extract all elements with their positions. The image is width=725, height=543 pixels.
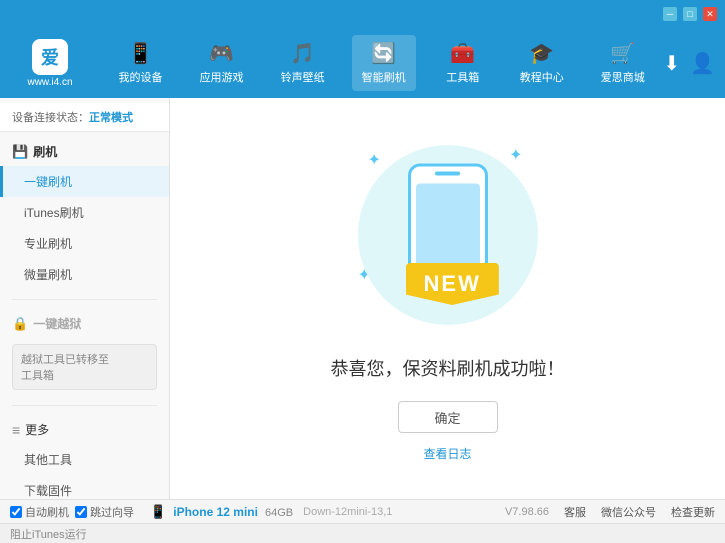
nav-label-toolbox: 工具箱: [446, 69, 479, 85]
bottom-bar-right: V7.98.66 客服 微信公众号 检查更新: [505, 504, 715, 520]
bottom-bar: 自动刷机 跳过向导 📱 iPhone 12 mini 64GB Down-12m…: [0, 499, 725, 523]
menu-icon: ≡: [12, 422, 20, 438]
confirm-button[interactable]: 确定: [398, 401, 498, 433]
sidebar-item-pro-flash[interactable]: 专业刷机: [0, 228, 169, 259]
view-log-link[interactable]: 查看日志: [423, 445, 471, 462]
logo-icon: 爱: [32, 39, 68, 75]
wechat-link[interactable]: 微信公众号: [601, 504, 656, 520]
skip-wizard-label: 跳过向导: [90, 504, 134, 520]
mall-icon: 🛒: [610, 41, 635, 66]
sidebar: 设备连接状态：正常模式 💾 刷机 一键刷机 iTunes刷机 专业刷机 微量刷机…: [0, 98, 170, 499]
device-storage: 64GB: [265, 507, 293, 519]
flash-section-header: 💾 刷机: [0, 137, 169, 166]
logo-text: www.i4.cn: [27, 77, 72, 88]
jailbreak-info-box: 越狱工具已转移至工具箱: [12, 344, 157, 390]
header-right: ⬇ 👤: [663, 51, 715, 76]
ringtone-icon: 🎵: [290, 41, 315, 66]
title-bar: ─ □ ✕: [0, 0, 725, 28]
device-model: Down-12mini-13,1: [303, 506, 392, 518]
nav-label-mall: 爱思商城: [601, 69, 645, 85]
more-section-title: 更多: [25, 421, 49, 438]
title-bar-controls: ─ □ ✕: [663, 7, 717, 21]
sidebar-item-download-firmware[interactable]: 下载固件: [0, 475, 169, 499]
nav-items: 📱 我的设备 🎮 应用游戏 🎵 铃声壁纸 🔄 智能刷机 🧰 工具箱 🎓 教程中心…: [100, 35, 663, 91]
user-button[interactable]: 👤: [690, 51, 715, 76]
jailbreak-info-text: 越狱工具已转移至工具箱: [21, 354, 109, 382]
success-illustration: ✦ ✦ ✦ NEW: [348, 135, 548, 335]
auto-flash-checkbox-wrap: 自动刷机: [10, 504, 69, 520]
nav-item-toolbox[interactable]: 🧰 工具箱: [433, 35, 493, 91]
header: 爱 www.i4.cn 📱 我的设备 🎮 应用游戏 🎵 铃声壁纸 🔄 智能刷机 …: [0, 28, 725, 98]
phone-speaker: [435, 172, 460, 176]
nav-label-smart-flash: 智能刷机: [362, 69, 406, 85]
auto-flash-label: 自动刷机: [25, 504, 69, 520]
sidebar-divider-1: [12, 299, 157, 300]
device-info: 📱 iPhone 12 mini 64GB: [150, 504, 293, 520]
maximize-button[interactable]: □: [683, 7, 697, 21]
nav-item-my-device[interactable]: 📱 我的设备: [109, 35, 173, 91]
stop-itunes-label: 阻止iTunes运行: [10, 526, 87, 542]
status-value: 正常模式: [89, 112, 133, 124]
sidebar-divider-2: [12, 405, 157, 406]
flash-icon: 💾: [12, 144, 28, 160]
device-icon: 📱: [128, 41, 153, 66]
sidebar-item-itunes-flash[interactable]: iTunes刷机: [0, 197, 169, 228]
minimize-button[interactable]: ─: [663, 7, 677, 21]
bottom-bar-left: 自动刷机 跳过向导 📱 iPhone 12 mini 64GB Down-12m…: [10, 504, 392, 520]
main: 设备连接状态：正常模式 💾 刷机 一键刷机 iTunes刷机 专业刷机 微量刷机…: [0, 98, 725, 499]
sparkle-icon-2: ✦: [509, 145, 522, 165]
close-button[interactable]: ✕: [703, 7, 717, 21]
more-section-header: ≡ 更多: [0, 415, 169, 444]
sparkle-icon-1: ✦: [368, 150, 381, 170]
flash-section: 💾 刷机 一键刷机 iTunes刷机 专业刷机 微量刷机: [0, 132, 169, 295]
auto-flash-checkbox[interactable]: [10, 506, 22, 518]
success-title: 恭喜您，保资料刷机成功啦！: [331, 355, 565, 381]
nav-item-mall[interactable]: 🛒 爱思商城: [591, 35, 655, 91]
lock-icon: 🔒: [12, 316, 28, 332]
skip-wizard-checkbox[interactable]: [75, 506, 87, 518]
logo: 爱 www.i4.cn: [10, 39, 90, 88]
version-text: V7.98.66: [505, 506, 549, 518]
nav-label-ringtone: 铃声壁纸: [281, 69, 325, 85]
flash-section-title: 刷机: [33, 143, 57, 160]
nav-label-my-device: 我的设备: [119, 69, 163, 85]
nav-item-smart-flash[interactable]: 🔄 智能刷机: [352, 35, 416, 91]
sidebar-item-micro-flash[interactable]: 微量刷机: [0, 259, 169, 290]
smart-flash-icon: 🔄: [371, 41, 396, 66]
jailbreak-label: 一键越狱: [33, 315, 81, 332]
nav-label-app-games: 应用游戏: [200, 69, 244, 85]
skip-wizard-checkbox-wrap: 跳过向导: [75, 504, 134, 520]
app-games-icon: 🎮: [209, 41, 234, 66]
tutorial-icon: 🎓: [529, 41, 554, 66]
nav-item-ringtone[interactable]: 🎵 铃声壁纸: [271, 35, 335, 91]
toolbox-icon: 🧰: [450, 41, 475, 66]
nav-item-tutorial[interactable]: 🎓 教程中心: [510, 35, 574, 91]
device-name: iPhone 12 mini: [173, 505, 258, 519]
jailbreak-header: 🔒 一键越狱: [0, 309, 169, 338]
check-update-link[interactable]: 检查更新: [671, 504, 715, 520]
sidebar-item-one-click-flash[interactable]: 一键刷机: [0, 166, 169, 197]
nav-item-app-games[interactable]: 🎮 应用游戏: [190, 35, 254, 91]
content-area: ✦ ✦ ✦ NEW 恭喜您，保资料刷机成功啦！ 确定 查看日志: [170, 98, 725, 499]
support-link[interactable]: 客服: [564, 504, 586, 520]
device-phone-icon: 📱: [150, 504, 166, 519]
nav-label-tutorial: 教程中心: [520, 69, 564, 85]
sidebar-item-other-tools[interactable]: 其他工具: [0, 444, 169, 475]
more-section: ≡ 更多 其他工具 下载固件 高级功能: [0, 410, 169, 499]
connection-status: 设备连接状态：正常模式: [0, 103, 169, 132]
download-button[interactable]: ⬇: [663, 51, 680, 76]
status-footer: 阻止iTunes运行: [0, 523, 725, 543]
jailbreak-section: 🔒 一键越狱 越狱工具已转移至工具箱: [0, 304, 169, 401]
